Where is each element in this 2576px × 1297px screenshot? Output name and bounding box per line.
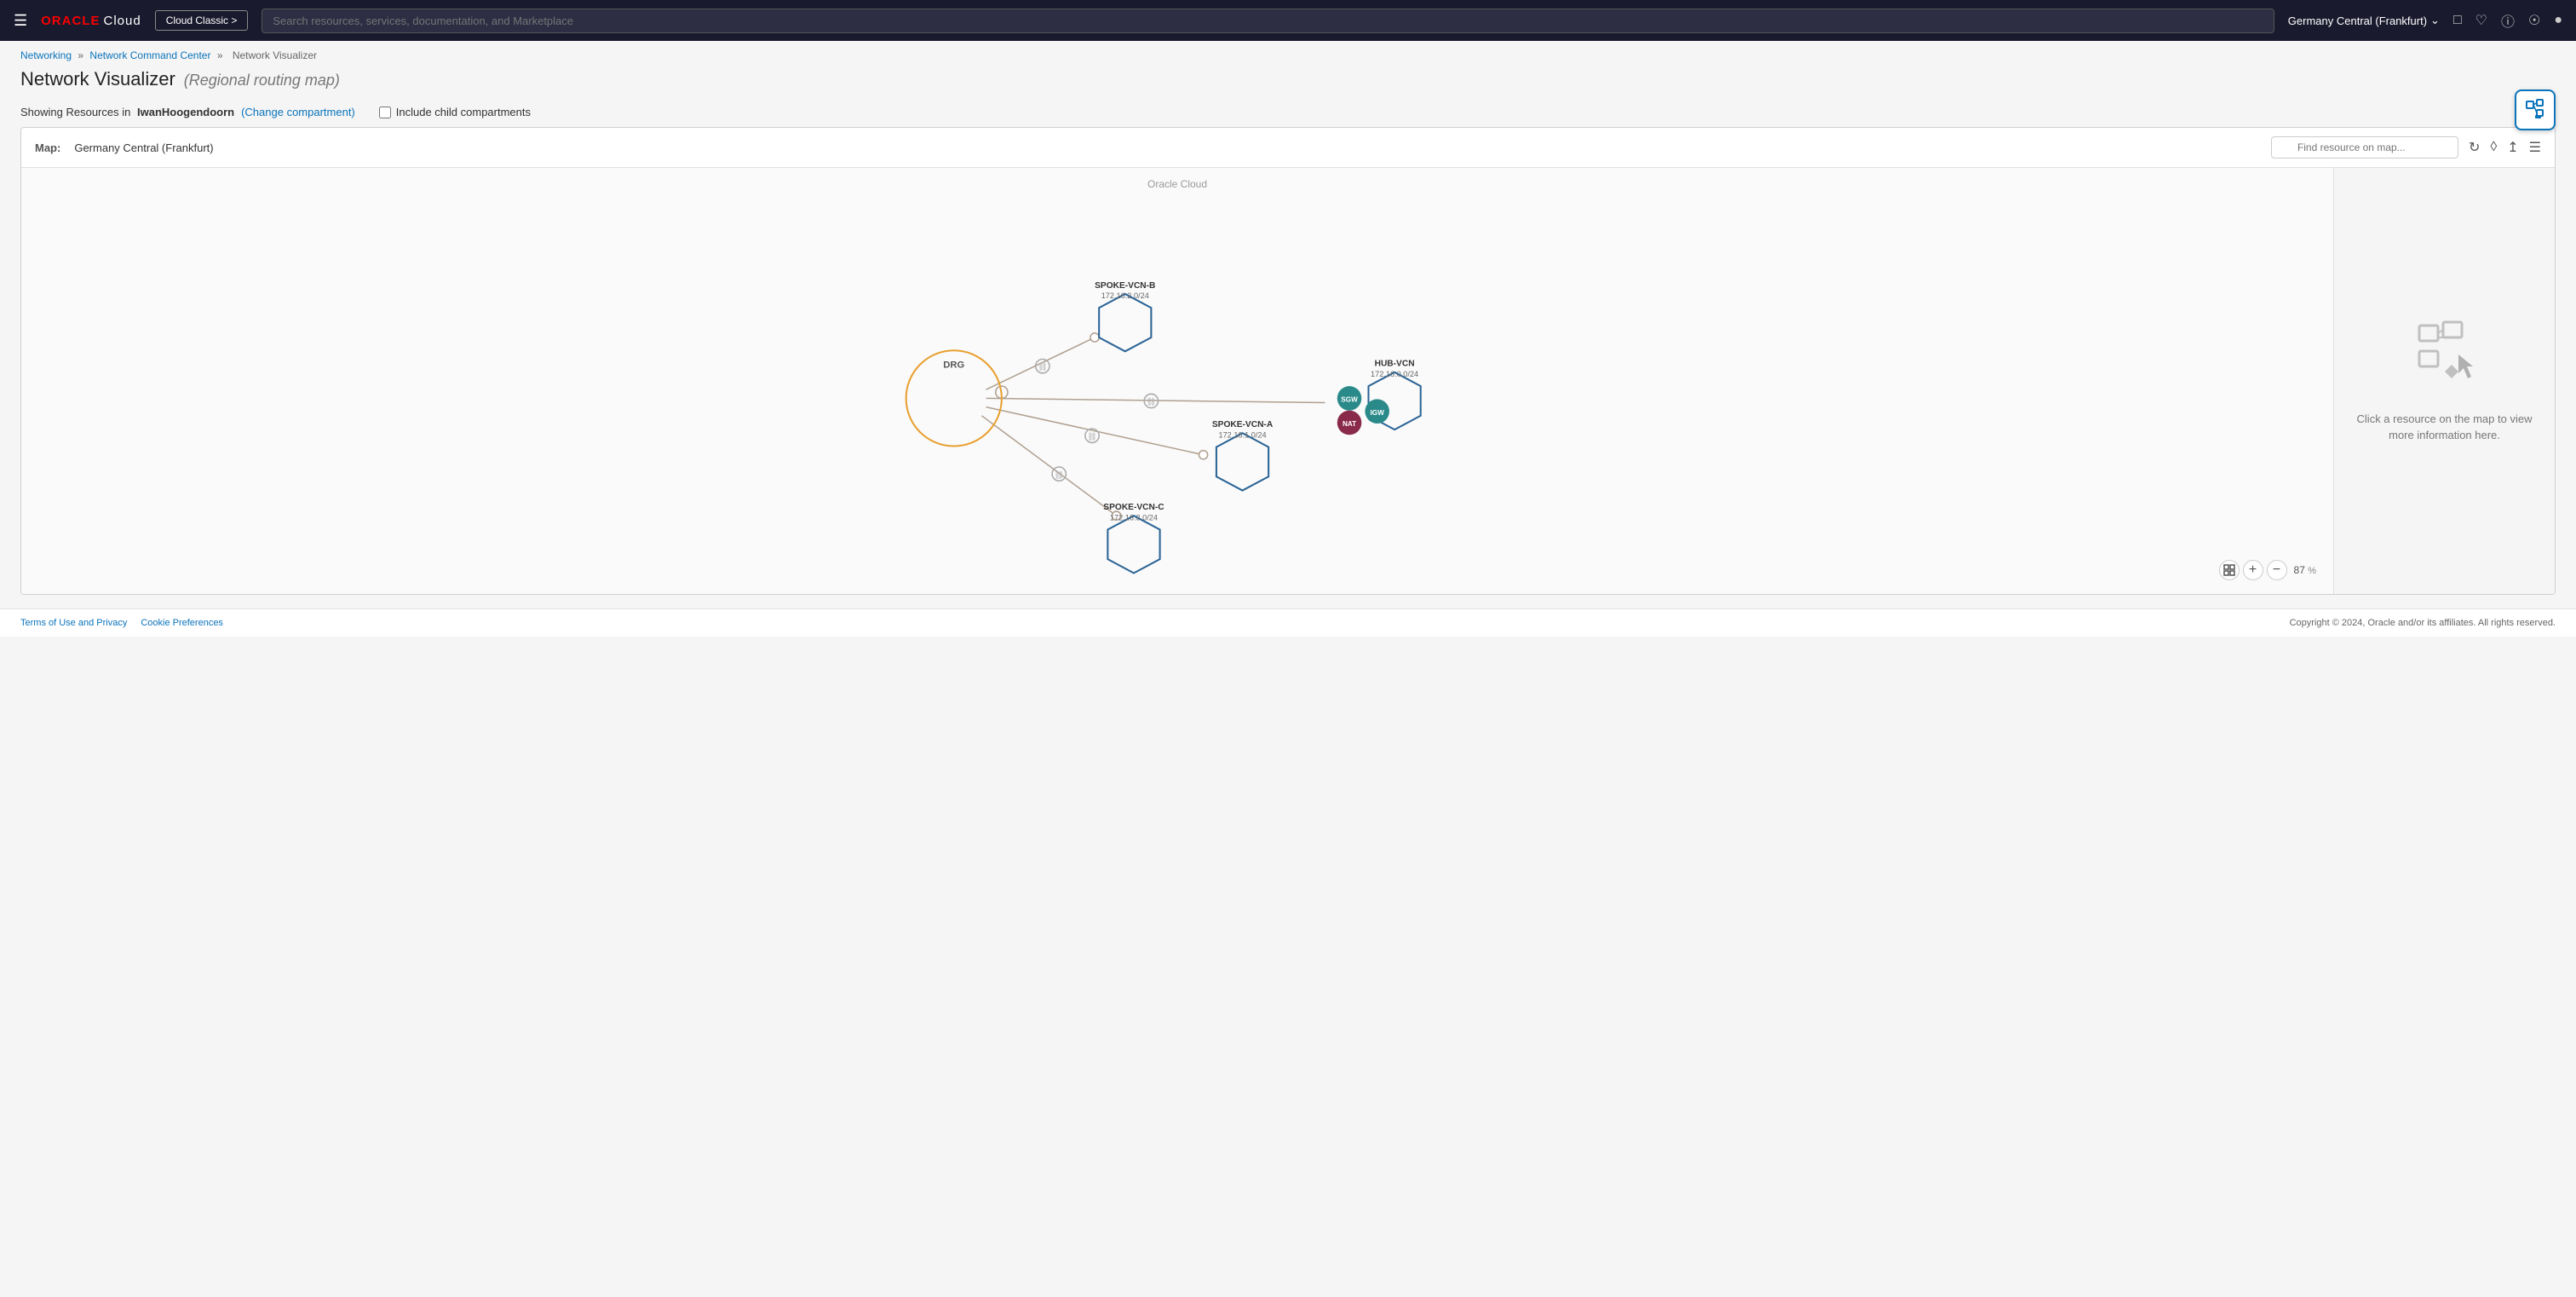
svg-text:⛓: ⛓ — [1038, 363, 1048, 372]
copyright-text: Copyright © 2024, Oracle and/or its affi… — [2290, 618, 2556, 628]
cloud-classic-button[interactable]: Cloud Classic > — [155, 10, 249, 31]
svg-text:⛓: ⛓ — [1087, 432, 1097, 441]
zoom-in-button[interactable]: + — [2243, 560, 2263, 580]
map-label: Map: — [35, 141, 60, 154]
svg-text:⛓: ⛓ — [1147, 398, 1157, 406]
map-container: Map: Germany Central (Frankfurt) 🔍 ↻ ◊ ↥… — [20, 127, 2556, 595]
page-title-section: Network Visualizer (Regional routing map… — [0, 65, 2576, 101]
network-svg: ⛓ ⛓ ⛓ ⛓ DRG — [21, 168, 2333, 594]
breadcrumb-sep2: » — [217, 49, 223, 61]
svg-text:SPOKE-VCN-C: SPOKE-VCN-C — [1103, 503, 1164, 512]
map-toolbar: Map: Germany Central (Frankfurt) 🔍 ↻ ◊ ↥… — [21, 128, 2555, 168]
settings-icon[interactable]: ☰ — [2529, 139, 2541, 156]
map-visual[interactable]: Oracle Cloud ⛓ — [21, 168, 2333, 594]
filter-icon[interactable]: ◊ — [2490, 140, 2497, 155]
svg-text:172.16.0.0/24: 172.16.0.0/24 — [1371, 370, 1418, 378]
find-resource-input[interactable] — [2271, 136, 2458, 159]
global-search-input[interactable] — [262, 9, 2274, 33]
download-icon[interactable]: ↥ — [2507, 139, 2518, 156]
oracle-logo: ORACLE Cloud — [41, 14, 141, 28]
zoom-fit-button[interactable] — [2219, 560, 2240, 580]
menu-icon[interactable]: ☰ — [14, 12, 27, 30]
page-title: Network Visualizer — [20, 68, 175, 90]
footer-links: Terms of Use and Privacy Cookie Preferen… — [20, 618, 223, 628]
svg-text:172.16.1.0/24: 172.16.1.0/24 — [1218, 430, 1266, 439]
breadcrumb-sep1: » — [78, 49, 83, 61]
child-compartments-filter: Include child compartments — [379, 106, 531, 118]
map-info-sidebar: Click a resource on the map to view more… — [2333, 168, 2555, 594]
chevron-down-icon: ⌄ — [2430, 14, 2440, 27]
network-icon — [2523, 98, 2547, 122]
child-compartments-label: Include child compartments — [396, 106, 531, 118]
click-resource-icon — [2411, 319, 2479, 397]
showing-resources-label: Showing Resources in IwanHoogendoorn — [20, 106, 234, 118]
cloud-text: Cloud — [103, 14, 141, 28]
globe-icon[interactable]: ☉ — [2528, 12, 2540, 29]
breadcrumb-networking[interactable]: Networking — [20, 49, 72, 61]
zoom-out-button[interactable]: − — [2267, 560, 2287, 580]
filter-bar: Showing Resources in IwanHoogendoorn (Ch… — [0, 101, 2576, 127]
change-compartment-link[interactable]: (Change compartment) — [241, 106, 355, 118]
page-subtitle: (Regional routing map) — [184, 72, 340, 89]
terms-link[interactable]: Terms of Use and Privacy — [20, 618, 127, 628]
map-canvas: Oracle Cloud ⛓ — [21, 168, 2555, 594]
svg-text:SPOKE-VCN-A: SPOKE-VCN-A — [1212, 420, 1274, 429]
main-content: Map: Germany Central (Frankfurt) 🔍 ↻ ◊ ↥… — [0, 127, 2576, 608]
find-resource-wrapper: 🔍 — [2271, 136, 2458, 159]
breadcrumb: Networking » Network Command Center » Ne… — [0, 41, 2576, 65]
breadcrumb-current: Network Visualizer — [233, 49, 317, 61]
child-compartments-checkbox[interactable] — [379, 107, 391, 118]
map-region: Germany Central (Frankfurt) — [74, 141, 213, 154]
svg-text:IGW: IGW — [1371, 409, 1385, 417]
svg-text:172.16.2.0/24: 172.16.2.0/24 — [1101, 291, 1149, 300]
breadcrumb-network-command-center[interactable]: Network Command Center — [89, 49, 210, 61]
svg-text:DRG: DRG — [943, 360, 964, 371]
click-message: Click a resource on the map to view more… — [2351, 411, 2538, 444]
refresh-icon[interactable]: ↻ — [2469, 139, 2480, 156]
svg-text:172.16.3.0/24: 172.16.3.0/24 — [1110, 513, 1158, 522]
svg-text:NAT: NAT — [1343, 420, 1356, 428]
nav-right: Germany Central (Frankfurt) ⌄ □ ♡ ⓘ ☉ ● — [2288, 10, 2562, 31]
svg-text:⛓: ⛓ — [1054, 470, 1064, 479]
svg-text:SGW: SGW — [1341, 395, 1358, 403]
svg-text:HUB-VCN: HUB-VCN — [1375, 360, 1415, 369]
footer: Terms of Use and Privacy Cookie Preferen… — [0, 608, 2576, 637]
terminal-icon[interactable]: □ — [2453, 13, 2462, 28]
region-label: Germany Central (Frankfurt) — [2288, 14, 2427, 27]
region-selector[interactable]: Germany Central (Frankfurt) ⌄ — [2288, 14, 2440, 27]
bell-icon[interactable]: ♡ — [2475, 12, 2487, 29]
nav-icons: □ ♡ ⓘ ☉ ● — [2453, 10, 2562, 31]
oracle-text: ORACLE — [41, 14, 100, 28]
svg-text:SPOKE-VCN-B: SPOKE-VCN-B — [1095, 281, 1155, 291]
zoom-level: 87 % — [2291, 562, 2320, 578]
zoom-controls: + − 87 % — [2219, 560, 2320, 580]
network-visualizer-button[interactable] — [2515, 89, 2556, 130]
top-navigation: ☰ ORACLE Cloud Cloud Classic > Germany C… — [0, 0, 2576, 41]
toolbar-right: 🔍 ↻ ◊ ↥ ☰ — [2271, 136, 2541, 159]
help-icon[interactable]: ⓘ — [2501, 10, 2515, 31]
user-icon[interactable]: ● — [2554, 13, 2562, 28]
cookie-link[interactable]: Cookie Preferences — [141, 618, 223, 628]
